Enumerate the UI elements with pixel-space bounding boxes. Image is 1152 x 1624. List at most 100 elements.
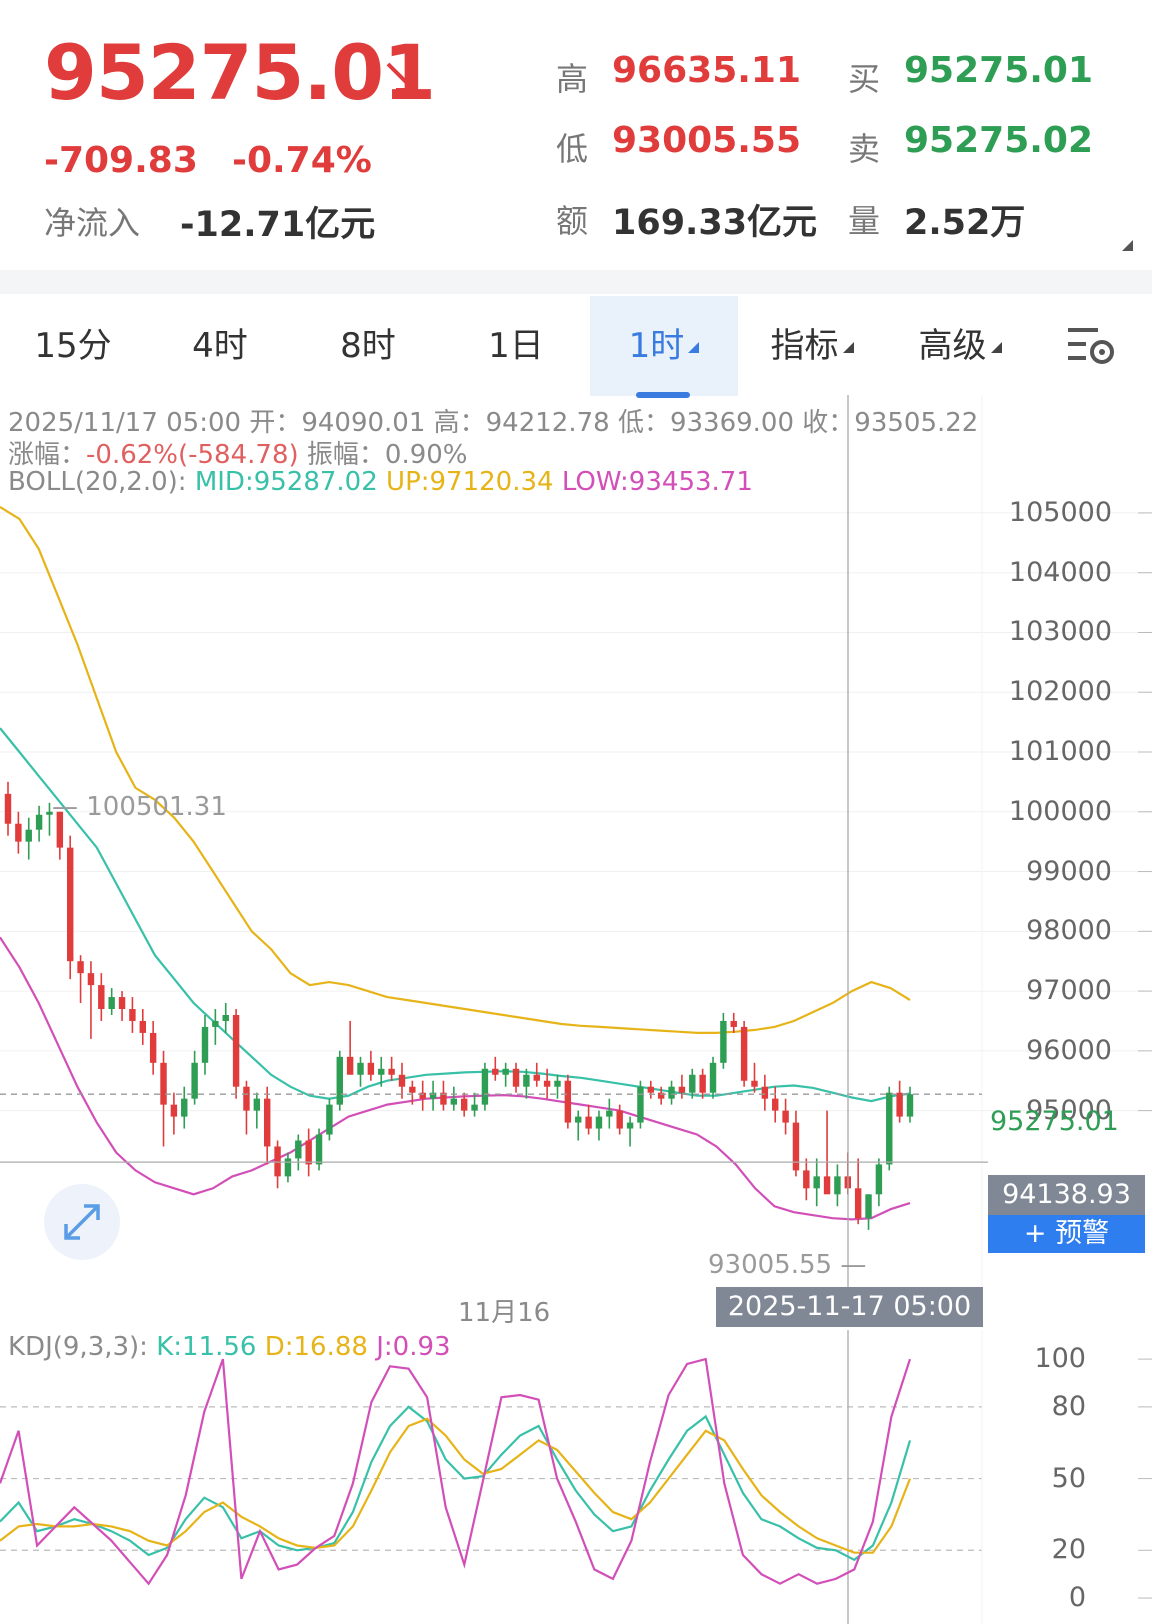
y-tick-label: 97000 — [1026, 975, 1112, 1007]
y-tick-label: 100000 — [1008, 795, 1112, 827]
candle-body — [668, 1086, 675, 1099]
candle-body — [896, 1092, 903, 1117]
ask-value: 95275.02 — [904, 120, 1094, 161]
candle-body — [357, 1062, 364, 1075]
bid-value: 95275.01 — [904, 50, 1094, 91]
candle-body — [751, 1080, 758, 1087]
candle-body — [689, 1074, 696, 1093]
min-marker-value: 93005.55 — [708, 1250, 833, 1280]
candle-body — [118, 997, 126, 1010]
y-tick-label: 99000 — [1026, 855, 1112, 887]
min-marker: 93005.55 — — [708, 1250, 867, 1280]
candle-body — [575, 1116, 582, 1123]
candle-body — [170, 1104, 178, 1117]
crosshair-date-label: 2025-11-17 05:00 — [716, 1287, 983, 1327]
candle-body — [606, 1110, 613, 1117]
candlestick-chart[interactable] — [0, 395, 1152, 1295]
candle-body — [398, 1074, 406, 1087]
boll-mid-line — [0, 727, 911, 1103]
netflow-label: 净流入 — [44, 204, 141, 242]
tab-indicator[interactable]: 指标 — [738, 296, 886, 396]
kdj-tick-label: 100 — [1034, 1343, 1086, 1375]
max-marker-value: 100501.31 — [86, 792, 227, 822]
candle-body — [336, 1056, 343, 1105]
tab-15m[interactable]: 15分 — [0, 296, 146, 396]
high-value: 96635.11 — [612, 50, 802, 91]
tab-indicator-label: 指标 — [770, 326, 839, 366]
candle-body — [232, 1014, 240, 1087]
candle-body — [263, 1098, 271, 1147]
chart-settings-icon[interactable] — [1066, 324, 1118, 368]
tab-4h[interactable]: 4时 — [146, 296, 294, 396]
candle-body — [149, 1032, 157, 1063]
boll-upper-line — [0, 506, 911, 1035]
candle-body — [108, 997, 115, 1010]
candle-body — [87, 973, 95, 986]
tab-advanced[interactable]: 高级 — [886, 296, 1034, 396]
kdj-tick-label: 50 — [1051, 1462, 1086, 1494]
y-tick-label: 103000 — [1008, 616, 1112, 648]
max-marker: — 100501.31 — [52, 792, 227, 822]
volume-value: 2.52万 — [904, 203, 1026, 243]
candle-body — [274, 1146, 281, 1177]
candle-body — [699, 1074, 706, 1093]
y-tick-label: 105000 — [1008, 496, 1112, 528]
candle-body — [585, 1116, 592, 1129]
day-marker: 11月16 — [458, 1298, 551, 1328]
expand-corner-icon[interactable] — [1122, 240, 1133, 251]
tab-advanced-label: 高级 — [918, 326, 987, 366]
y-tick-label: 96000 — [1026, 1034, 1112, 1066]
candle-body — [637, 1086, 644, 1123]
tab-1d[interactable]: 1日 — [442, 296, 590, 396]
tab-1h[interactable]: 1时 — [590, 296, 738, 396]
candle-body — [906, 1094, 914, 1117]
candle-body — [315, 1134, 323, 1165]
candle-body — [346, 1056, 354, 1075]
candle-body — [854, 1188, 862, 1219]
candle-body — [243, 1086, 250, 1111]
arrow-down-right-icon — [386, 62, 416, 92]
candle-body — [523, 1074, 530, 1087]
candle-body — [543, 1080, 551, 1087]
add-alert-button[interactable]: + 预警 — [988, 1215, 1145, 1253]
kdj-tick-label: 20 — [1051, 1534, 1086, 1566]
candle-body — [326, 1104, 333, 1135]
candle-body — [295, 1140, 302, 1159]
amount-value: 169.33亿元 — [612, 203, 818, 243]
candle-body — [678, 1086, 686, 1093]
candle-body — [554, 1080, 561, 1087]
expand-icon[interactable] — [44, 1184, 120, 1260]
candle-body — [388, 1068, 395, 1075]
candle-body — [492, 1068, 499, 1075]
dropdown-triangle-icon — [688, 342, 700, 353]
candle-body — [471, 1104, 478, 1111]
candle-body — [865, 1194, 872, 1219]
candle-body — [305, 1140, 312, 1165]
candle-body — [647, 1086, 655, 1093]
y-tick-label: 98000 — [1026, 915, 1112, 947]
y-tick-label: 101000 — [1008, 736, 1112, 767]
candle-body — [720, 1020, 727, 1063]
price-change-pct: -0.74% — [232, 140, 372, 181]
tab-8h[interactable]: 8时 — [294, 296, 442, 396]
crosshair-price-label: 94138.93 — [988, 1175, 1145, 1215]
candle-body — [139, 1020, 146, 1033]
candle-body — [875, 1164, 883, 1195]
candle-body — [823, 1176, 831, 1195]
candle-body — [378, 1068, 385, 1075]
candle-body — [409, 1086, 416, 1093]
candle-body — [803, 1170, 810, 1189]
candle-body — [616, 1110, 623, 1129]
candle-body — [201, 1026, 209, 1063]
candle-body — [886, 1092, 893, 1165]
y-tick-label: 104000 — [1008, 556, 1112, 588]
candle-body — [66, 847, 74, 962]
candle-body — [730, 1020, 737, 1027]
expand-arrows-icon — [64, 1204, 100, 1240]
price-change: -709.83 — [44, 140, 198, 181]
candle-body — [222, 1014, 229, 1021]
candle-body — [502, 1068, 509, 1075]
ask-label: 卖 — [848, 130, 881, 168]
candle-body — [512, 1068, 520, 1087]
candle-body — [626, 1122, 634, 1129]
